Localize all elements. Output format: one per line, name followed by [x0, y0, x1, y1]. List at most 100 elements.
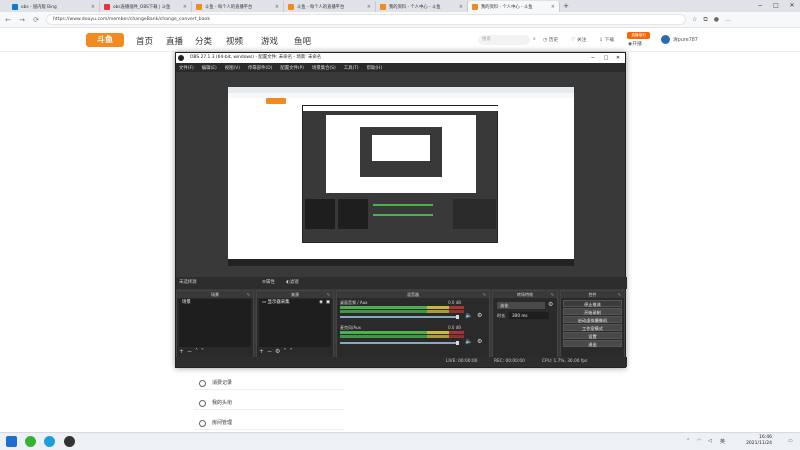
- nav-home[interactable]: 首页: [136, 35, 153, 47]
- gear-icon[interactable]: ⚙: [548, 301, 553, 308]
- rec-status: REC: 00:00:00: [494, 359, 525, 364]
- browser-tab[interactable]: obs直播插件_OBS下载 | 斗鱼 ×: [100, 1, 192, 12]
- browser-tab[interactable]: 斗鱼 - 每个人的直播平台 ×: [284, 1, 376, 12]
- favorites-icon[interactable]: ☆: [692, 16, 697, 23]
- tab-title: obs - 国内版 Bing: [21, 4, 57, 10]
- maximize-icon[interactable]: □: [768, 0, 784, 12]
- tab-close-icon[interactable]: ×: [275, 4, 279, 10]
- obs-menu-item[interactable]: 编辑(E): [202, 65, 217, 71]
- duration-input[interactable]: 300 ms: [509, 312, 549, 319]
- control-button[interactable]: 退出: [563, 340, 622, 347]
- mixer-channel-2-value: 0.0 dB: [448, 325, 461, 330]
- nav-fishbar[interactable]: 鱼吧: [294, 35, 311, 47]
- notification-icon[interactable]: ▭: [788, 438, 793, 444]
- control-button[interactable]: 停止推流: [563, 300, 622, 307]
- obs-menu-item[interactable]: 帮助(H): [367, 65, 383, 71]
- heart-icon[interactable]: ♡ 关注: [571, 36, 586, 43]
- control-button[interactable]: 工作室模式: [563, 324, 622, 331]
- nav-game[interactable]: 游戏: [261, 35, 278, 47]
- transition-select[interactable]: 淡化: [497, 302, 545, 309]
- obs-menu-item[interactable]: 工具(T): [344, 65, 359, 71]
- browser-tab[interactable]: 我的资料 - 个人中心 - 斗鱼 ×: [376, 1, 468, 12]
- tab-close-icon[interactable]: ×: [551, 4, 555, 10]
- tab-title: 我的资料 - 个人中心 - 斗鱼: [389, 4, 441, 10]
- new-tab-button[interactable]: +: [560, 1, 572, 12]
- user-name[interactable]: 清pure787: [673, 36, 698, 43]
- site-logo[interactable]: 斗鱼: [86, 33, 124, 47]
- obs-taskbar-icon[interactable]: [64, 436, 75, 447]
- obs-menu-item[interactable]: 视图(V): [225, 65, 240, 71]
- browser-tab[interactable]: 我的资料 - 个人中心 - 斗鱼 ×: [468, 1, 560, 12]
- menu-item-room[interactable]: 房间管理: [194, 416, 344, 430]
- gear-icon[interactable]: ⚙: [477, 338, 482, 345]
- gear-icon[interactable]: ⚙: [477, 312, 482, 319]
- speaker-icon[interactable]: 🔈: [465, 312, 472, 319]
- menu-item-titles[interactable]: 我的头衔: [194, 396, 344, 410]
- volume-icon[interactable]: ◁: [708, 438, 712, 444]
- mixer-channel-1-knob[interactable]: [456, 315, 459, 319]
- obs-maximize-icon[interactable]: □: [600, 53, 612, 63]
- tab-close-icon[interactable]: ×: [183, 4, 187, 10]
- obs-menu-item[interactable]: 停靠部件(D): [248, 65, 272, 71]
- minimize-icon[interactable]: −: [752, 0, 768, 12]
- control-button[interactable]: 启动虚拟摄像机: [563, 316, 622, 323]
- source-item[interactable]: ▭ 显示器采集 ◉ ▣: [259, 299, 331, 306]
- search-icon[interactable]: ⌕: [533, 36, 536, 42]
- collections-icon[interactable]: ⧉: [703, 16, 707, 24]
- record-icon: [199, 380, 206, 387]
- ime-indicator[interactable]: 英: [720, 438, 725, 445]
- site-header: 斗鱼 首页 直播 分类 视频 游戏 鱼吧 搜索 ⌕ ◷ 历史 ♡ 关注 ⇩ 下载…: [0, 28, 800, 52]
- obs-menu-item[interactable]: 配置文件(P): [280, 65, 304, 71]
- clock[interactable]: 16:46 2021/11/24: [746, 435, 772, 447]
- profile-icon[interactable]: ●: [714, 16, 719, 23]
- obs-menu-item[interactable]: 文件(F): [179, 65, 194, 71]
- download-icon[interactable]: ⇩ 下载: [599, 36, 614, 43]
- sources-actions[interactable]: +−⚙˄˅: [259, 348, 295, 356]
- obs-close-icon[interactable]: ✕: [612, 53, 624, 63]
- sources-list[interactable]: ▭ 显示器采集 ◉ ▣: [259, 299, 331, 347]
- refresh-icon[interactable]: ⟳: [32, 16, 40, 24]
- control-button[interactable]: 开始录制: [563, 308, 622, 315]
- tab-close-icon[interactable]: ×: [367, 4, 371, 10]
- scene-item[interactable]: 场景: [179, 299, 251, 306]
- promo-badge[interactable]: 直播福利: [627, 32, 650, 39]
- forward-icon[interactable]: →: [18, 16, 26, 24]
- edge-icon[interactable]: [44, 436, 55, 447]
- more-icon[interactable]: …: [725, 16, 731, 23]
- scenes-actions[interactable]: +−˄˅: [179, 348, 207, 356]
- wifi-icon[interactable]: ◠: [697, 438, 701, 444]
- start-icon[interactable]: [6, 436, 17, 447]
- obs-minimize-icon[interactable]: −: [587, 53, 599, 63]
- mixer-dock-title: 混音器 ✎: [337, 291, 489, 298]
- tab-close-icon[interactable]: ×: [459, 4, 463, 10]
- cpu-status: CPU: 1.7%, 30.00 fps: [542, 359, 588, 364]
- filters-button[interactable]: ◐滤镜: [286, 277, 299, 289]
- close-icon[interactable]: ✕: [784, 0, 800, 12]
- browser-tab[interactable]: 斗鱼 - 每个人的直播平台 ×: [192, 1, 284, 12]
- broadcast-icon[interactable]: ◉开播: [628, 40, 642, 47]
- tab-close-icon[interactable]: ×: [91, 4, 95, 10]
- back-icon[interactable]: ←: [4, 16, 12, 24]
- control-button[interactable]: 设置: [563, 332, 622, 339]
- browser-tab[interactable]: obs - 国内版 Bing ×: [8, 1, 100, 12]
- mixer-channel-1-slider[interactable]: [340, 316, 458, 318]
- nav-live[interactable]: 直播: [166, 35, 183, 47]
- lock-icon[interactable]: ▣: [326, 300, 330, 306]
- obs-preview[interactable]: [228, 87, 574, 266]
- speaker-icon[interactable]: 🔈: [465, 338, 472, 345]
- site-search-input[interactable]: 搜索: [478, 35, 530, 45]
- user-avatar[interactable]: [661, 35, 670, 44]
- eye-icon[interactable]: ◉: [319, 300, 323, 306]
- scenes-list[interactable]: 场景: [179, 299, 251, 347]
- mixer-channel-2-slider[interactable]: [340, 342, 458, 344]
- mixer-channel-2-knob[interactable]: [456, 341, 459, 345]
- properties-button[interactable]: ⚙属性: [262, 277, 275, 289]
- wechat-icon[interactable]: [25, 436, 36, 447]
- obs-menu-item[interactable]: 场景集合(S): [312, 65, 336, 71]
- network-icon[interactable]: ⌃: [686, 438, 690, 444]
- menu-item-consumption[interactable]: 消费记录: [194, 376, 344, 390]
- nav-video[interactable]: 视频: [226, 35, 243, 47]
- url-input[interactable]: https://www.douyu.com/member/changeBank/…: [46, 14, 686, 25]
- nav-category[interactable]: 分类: [195, 35, 212, 47]
- history-icon[interactable]: ◷ 历史: [543, 36, 558, 43]
